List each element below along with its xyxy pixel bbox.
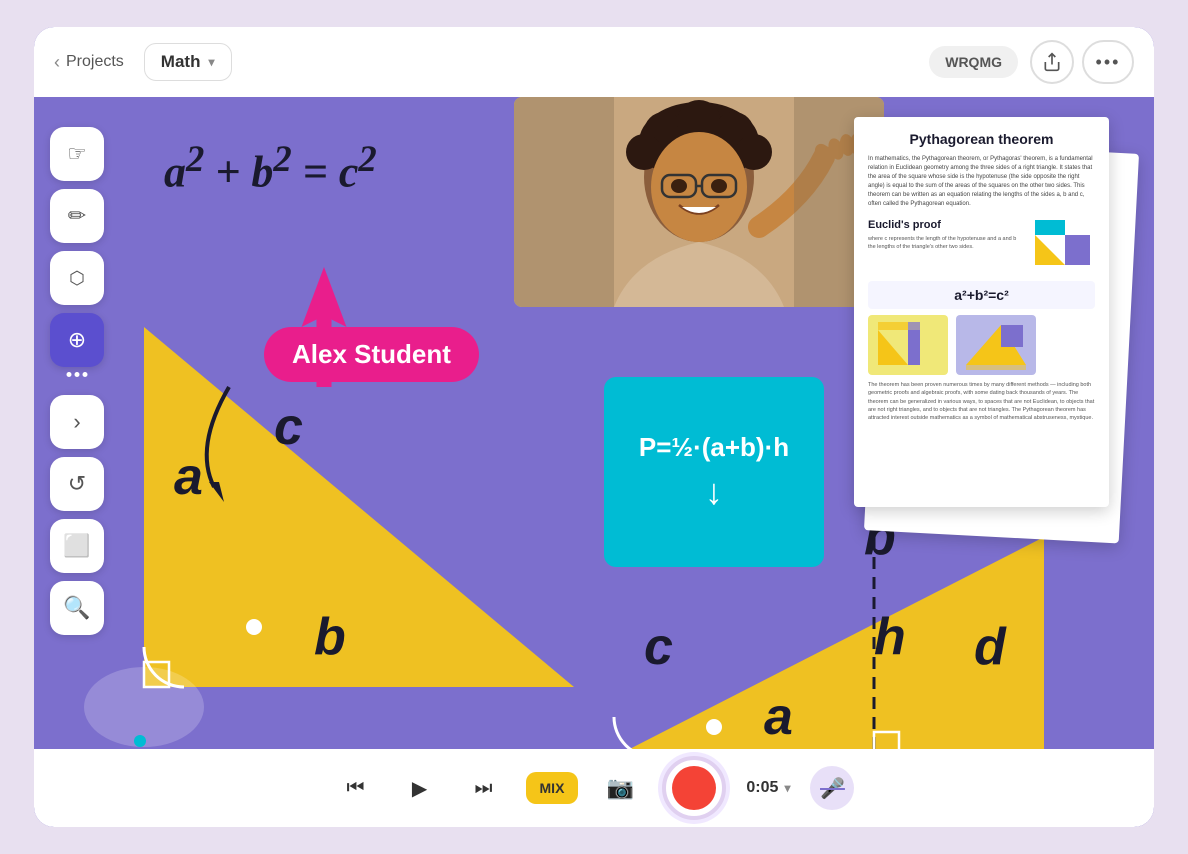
back-arrow-icon: ‹ bbox=[54, 52, 60, 73]
project-name: Math bbox=[161, 52, 201, 72]
undo-icon: ↺ bbox=[68, 471, 86, 497]
label-b: b bbox=[314, 607, 346, 667]
camera-icon: 📷 bbox=[607, 775, 634, 801]
chevron-right-icon: › bbox=[73, 409, 80, 435]
doc-section-title: Euclid's proof bbox=[868, 219, 1020, 231]
label-c: c bbox=[274, 397, 303, 457]
student-name: Alex Student bbox=[292, 339, 451, 369]
app-container: ‹ Projects Math ▾ WRQMG ••• ☞ ✏ ⬡ bbox=[34, 27, 1154, 827]
doc-image-2 bbox=[956, 315, 1036, 375]
document-overlay: Pythagorean theorem In mathematics, the … bbox=[854, 117, 1134, 557]
bottom-bar: ⏮ ▶ ⏭ MIX 📷 0:05 ▾ 🎤 bbox=[34, 749, 1154, 827]
target-icon: ⊕ bbox=[68, 327, 86, 353]
mix-button[interactable]: MIX bbox=[526, 772, 579, 804]
doc-formula: a²+b²=c² bbox=[868, 281, 1095, 309]
document-title: Pythagorean theorem bbox=[868, 131, 1095, 147]
more-button[interactable]: ••• bbox=[1082, 40, 1134, 84]
video-placeholder bbox=[514, 97, 884, 307]
math-formula: a2 + b2 = c2 bbox=[164, 137, 377, 198]
rewind-button[interactable]: ⏮ bbox=[334, 766, 378, 810]
left-toolbar: ☞ ✏ ⬡ ⊕ › ↺ ⬜ 🔍 bbox=[50, 127, 104, 635]
chevron-tool[interactable]: › bbox=[50, 395, 104, 449]
eraser-icon: ⬡ bbox=[69, 268, 85, 289]
rewind-icon: ⏮ bbox=[347, 777, 365, 800]
record-indicator bbox=[672, 766, 716, 810]
eraser-tool[interactable]: ⬡ bbox=[50, 251, 104, 305]
label-c-right: c bbox=[644, 617, 673, 677]
project-dropdown[interactable]: Math ▾ bbox=[144, 43, 232, 81]
tool-dots bbox=[67, 372, 88, 377]
session-code: WRQMG bbox=[929, 46, 1018, 78]
doc-section-row: Euclid's proof where c represents the le… bbox=[868, 215, 1095, 275]
chevron-down-icon: ▾ bbox=[208, 55, 214, 69]
record-button[interactable] bbox=[662, 756, 726, 820]
formula-box: P=½·(a+b)·h ↓ bbox=[604, 377, 824, 567]
play-icon: ▶ bbox=[412, 776, 427, 801]
projects-label: Projects bbox=[66, 53, 124, 71]
time-chevron-icon[interactable]: ▾ bbox=[784, 781, 790, 795]
target-tool[interactable]: ⊕ bbox=[50, 313, 104, 367]
forward-icon: ⏭ bbox=[475, 777, 493, 800]
back-button[interactable]: ‹ Projects bbox=[54, 52, 124, 73]
share-button[interactable] bbox=[1030, 40, 1074, 84]
formula-arrow: ↓ bbox=[705, 471, 723, 513]
rectangle-tool[interactable]: ⬜ bbox=[50, 519, 104, 573]
undo-tool[interactable]: ↺ bbox=[50, 457, 104, 511]
rectangle-icon: ⬜ bbox=[63, 533, 90, 559]
teal-dot-decoration bbox=[134, 735, 146, 747]
doc-images-row bbox=[868, 315, 1095, 375]
mute-button[interactable]: 🎤 bbox=[810, 766, 854, 810]
mute-icon: 🎤 bbox=[820, 776, 845, 801]
forward-button[interactable]: ⏭ bbox=[462, 766, 506, 810]
play-button[interactable]: ▶ bbox=[398, 766, 442, 810]
name-tag: Alex Student bbox=[264, 327, 479, 382]
document-front: Pythagorean theorem In mathematics, the … bbox=[854, 117, 1109, 507]
top-bar: ‹ Projects Math ▾ WRQMG ••• bbox=[34, 27, 1154, 97]
doc-body2: where c represents the length of the hyp… bbox=[868, 235, 1020, 252]
pencil-icon: ✏ bbox=[68, 203, 86, 229]
label-h-right: h bbox=[874, 607, 906, 667]
white-blob-decoration bbox=[84, 667, 204, 747]
doc-image-1 bbox=[868, 315, 948, 375]
doc-side-image bbox=[1030, 215, 1095, 275]
camera-button[interactable]: 📷 bbox=[598, 766, 642, 810]
label-a-right: a bbox=[764, 687, 793, 747]
time-display: 0:05 ▾ bbox=[746, 779, 790, 797]
document-body: In mathematics, the Pythagorean theorem,… bbox=[868, 155, 1095, 209]
doc-body3: The theorem has been proven numerous tim… bbox=[868, 381, 1095, 422]
label-a: a bbox=[174, 447, 203, 507]
pointer-icon: ☞ bbox=[67, 141, 87, 167]
doc-text-col: Euclid's proof where c represents the le… bbox=[868, 215, 1020, 258]
zoom-icon: 🔍 bbox=[63, 595, 90, 621]
pencil-tool[interactable]: ✏ bbox=[50, 189, 104, 243]
label-d-right: d bbox=[974, 617, 1006, 677]
pointer-tool[interactable]: ☞ bbox=[50, 127, 104, 181]
formula-text: P=½·(a+b)·h bbox=[639, 432, 789, 463]
time-value: 0:05 bbox=[746, 779, 778, 797]
zoom-tool[interactable]: 🔍 bbox=[50, 581, 104, 635]
video-feed bbox=[514, 97, 884, 307]
person-silhouette-svg bbox=[514, 97, 884, 307]
